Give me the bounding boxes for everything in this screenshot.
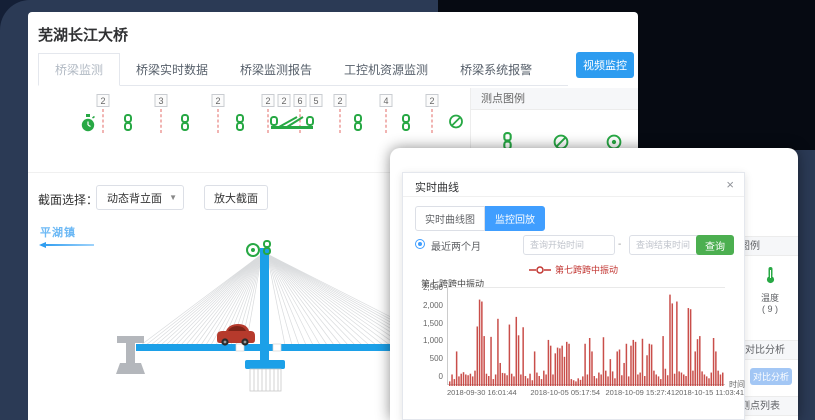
bridge-pier — [116, 336, 145, 374]
temperature-label: 温度 — [752, 291, 788, 304]
anemometer-icon — [247, 244, 259, 256]
tab-bridge-monitor[interactable]: 桥梁监测 — [38, 53, 120, 86]
y-axis-labels: 2,5002,0001,5001,0005000 — [403, 287, 443, 385]
tab-realtime-curve[interactable]: 实时曲线图 — [415, 206, 485, 231]
sensor-count-badge[interactable]: 3 — [155, 94, 168, 107]
realtime-curve-modal: 实时曲线 × 实时曲线图 监控回放 最近两个月 - 查询 第七跨跨中振动 第七跨… — [402, 172, 745, 420]
sensor-count-badge[interactable]: 2 — [212, 94, 225, 107]
enlarge-section-button[interactable]: 放大截面 — [204, 185, 268, 210]
sensor-marker-line — [218, 109, 219, 133]
sensor-marker-line — [103, 109, 104, 133]
no-sensor-icon[interactable] — [449, 114, 464, 134]
chain-link-icon[interactable] — [179, 114, 191, 136]
analysis-window: 测点图例 温度 ( 9 ) 对比分析 对比分析 绘图测点列表 实时曲线 × 实时… — [390, 148, 798, 420]
chain-link-icon[interactable] — [234, 114, 246, 136]
sensor-count-badge[interactable]: 2 — [278, 94, 291, 107]
modal-tabs: 实时曲线图 监控回放 — [415, 206, 545, 231]
inspection-vehicle-icon[interactable] — [269, 114, 315, 137]
tab-monitor-report[interactable]: 桥梁监测报告 — [224, 54, 328, 85]
section-select-dropdown[interactable]: 动态背立面 ▼ — [96, 185, 184, 210]
recent-two-months-radio[interactable] — [415, 239, 425, 249]
stopwatch-icon[interactable] — [80, 114, 96, 138]
bridge-foundation — [250, 369, 281, 391]
chevron-down-icon: ▼ — [169, 193, 177, 202]
legend-label: 第七跨跨中振动 — [555, 265, 618, 275]
sensor-count-badge[interactable]: 5 — [310, 94, 323, 107]
modal-header: 实时曲线 × — [403, 173, 744, 197]
thermometer-icon — [765, 266, 776, 284]
sensor-count-badge[interactable]: 2 — [262, 94, 275, 107]
tab-monitor-playback[interactable]: 监控回放 — [485, 206, 545, 231]
sensor-count-badge[interactable]: 2 — [334, 94, 347, 107]
bridge-tower — [260, 248, 269, 362]
recent-two-months-label: 最近两个月 — [431, 238, 481, 253]
legend-marker-icon — [529, 266, 551, 276]
sensor-count-badge[interactable]: 2 — [97, 94, 110, 107]
query-button[interactable]: 查询 — [696, 235, 734, 255]
page-title: 芜湖长江大桥 — [38, 24, 128, 45]
sensor-marker-line — [432, 109, 433, 133]
sensor-marker-line — [161, 109, 162, 133]
compare-analysis-button[interactable]: 对比分析 — [750, 368, 792, 385]
tab-system-alarm[interactable]: 桥梁系统报警 — [444, 54, 548, 85]
video-monitor-button[interactable]: 视频监控 — [576, 52, 634, 78]
x-axis-labels: 2018-09-30 16:01:442018-10-05 05:17:5420… — [447, 388, 725, 398]
chart-plot-area — [447, 287, 725, 385]
main-tabs: 桥梁监测 桥梁实时数据 桥梁监测报告 工控机资源监测 桥梁系统报警 — [38, 56, 568, 86]
modal-title: 实时曲线 — [415, 179, 459, 195]
query-start-time-input[interactable] — [523, 235, 615, 255]
range-separator: - — [618, 239, 621, 250]
section-select-label: 截面选择： — [38, 191, 98, 208]
temperature-legend-item[interactable]: 温度 ( 9 ) — [752, 266, 788, 314]
chart-legend[interactable]: 第七跨跨中振动 — [403, 263, 744, 276]
vibration-chart: 2,5002,0001,5001,0005000 2018-09-30 16:0… — [403, 287, 746, 407]
x-axis-name: 时间 — [729, 379, 745, 390]
query-row: 最近两个月 - 查询 — [415, 235, 734, 255]
sensor-marker-line — [386, 109, 387, 133]
sensor-marker-line — [340, 109, 341, 133]
sensor-count-badge[interactable]: 2 — [426, 94, 439, 107]
tab-ipc-resource[interactable]: 工控机资源监测 — [328, 54, 444, 85]
legend-panel-title: 测点图例 — [471, 88, 638, 110]
chain-link-icon[interactable] — [352, 114, 364, 136]
sensor-count-badge[interactable]: 6 — [294, 94, 307, 107]
chain-link-icon[interactable] — [400, 114, 412, 136]
close-icon[interactable]: × — [726, 177, 734, 192]
sensor-count-badge[interactable]: 4 — [380, 94, 393, 107]
tab-realtime-data[interactable]: 桥梁实时数据 — [120, 54, 224, 85]
section-select-value: 动态背立面 — [107, 190, 162, 206]
chain-link-icon[interactable] — [122, 114, 134, 136]
place-label: 平湖镇 — [40, 224, 76, 240]
temperature-count: ( 9 ) — [752, 304, 788, 314]
